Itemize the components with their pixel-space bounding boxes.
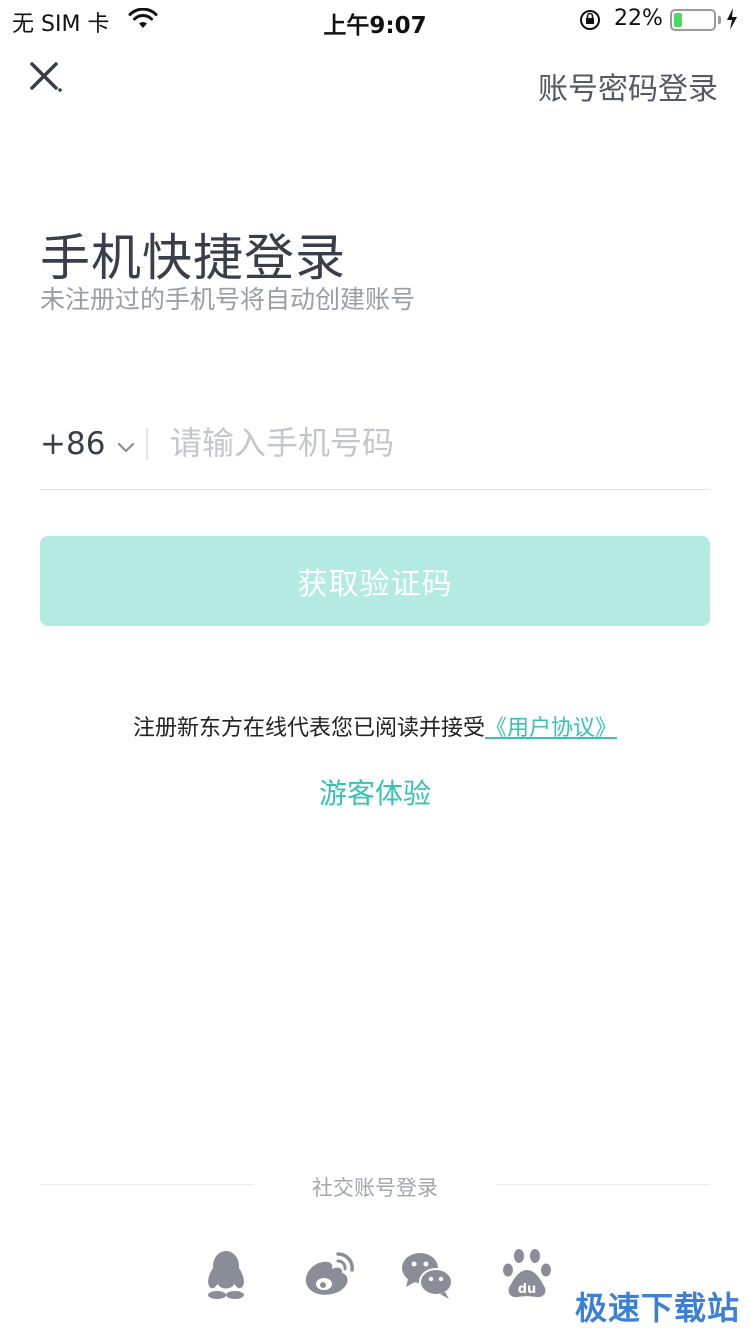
baidu-icon[interactable]: du [498,1246,558,1302]
status-bar: 无 SIM 卡 上午9:07 22% [0,0,750,40]
charging-icon [726,8,738,34]
watermark-text: 极速下载站 [575,1289,741,1327]
battery-icon [670,9,721,31]
chevron-down-icon [117,426,135,462]
battery-percent: 22% [614,6,663,31]
country-code-selector[interactable]: +86 [40,426,135,462]
qq-icon[interactable] [196,1246,256,1302]
close-button[interactable] [26,58,66,98]
wechat-icon[interactable] [398,1246,458,1302]
close-icon [30,62,62,92]
country-code: +86 [40,426,106,462]
get-code-button[interactable]: 获取验证码 [40,536,710,626]
agreement-text: 注册新东方在线代表您已阅读并接受《用户协议》 [0,710,750,742]
social-login-label: 社交账号登录 [312,1176,438,1200]
rotation-lock-icon [578,8,602,36]
svg-text:du: du [518,1282,537,1297]
phone-input[interactable] [170,418,710,468]
page-subtitle: 未注册过的手机号将自动创建账号 [40,285,416,314]
user-agreement-link[interactable]: 《用户协议》 [485,716,617,741]
input-divider [146,428,148,460]
battery-fill [674,13,682,27]
phone-underline [40,489,710,490]
weibo-icon[interactable] [298,1246,358,1302]
agreement-label: 注册新东方在线代表您已阅读并接受 [132,716,485,741]
guest-experience-link[interactable]: 游客体验 [0,772,750,812]
password-login-link[interactable]: 账号密码登录 [538,64,718,108]
